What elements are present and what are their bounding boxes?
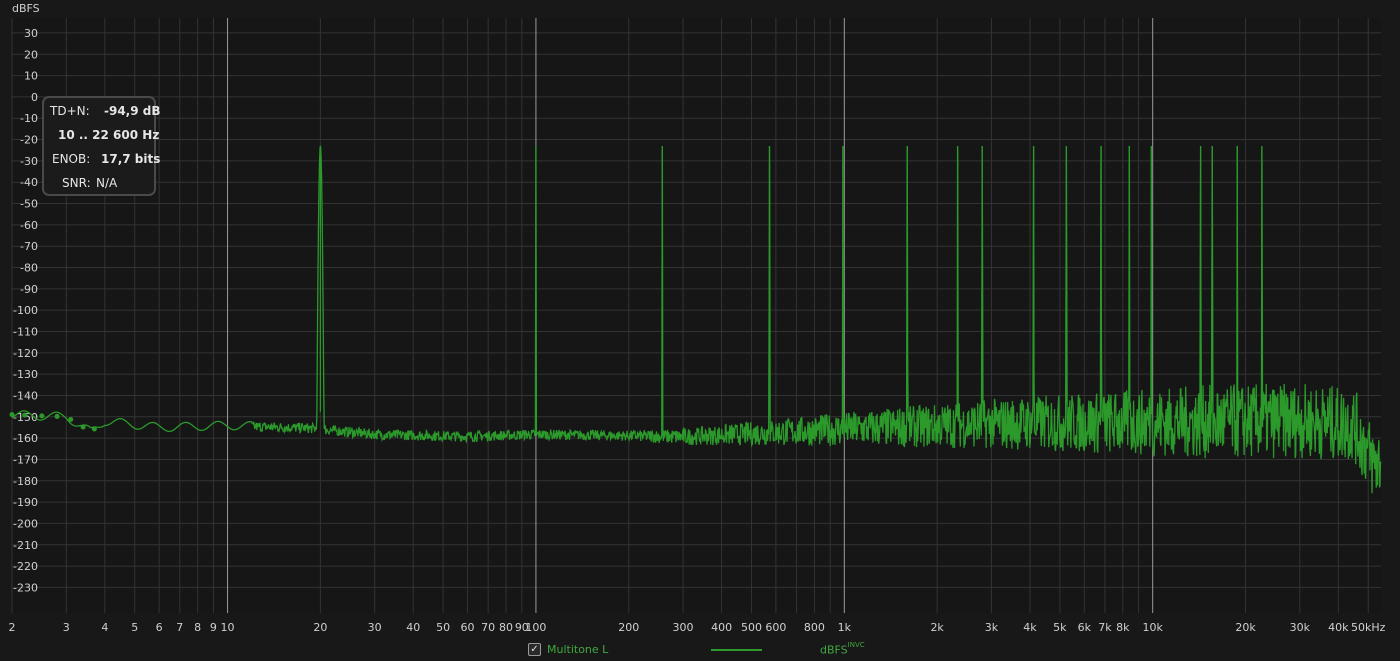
snr-value: N/A (96, 176, 118, 190)
y-axis-unit: dBFS (12, 2, 40, 15)
x-tick-label: 200 (618, 621, 639, 634)
legend: ✓ Multitone L dBFSINVC (0, 640, 1400, 660)
x-tick-label: 4 (101, 621, 108, 634)
x-tick-labels: 2 3 4 5 6 7 8 9 10 20 30 40 50 60 70 80 90100 200 300 400 50… (9, 621, 1386, 634)
x-tick-label: 40k (1328, 621, 1349, 634)
y-tick-label: -190 (13, 496, 38, 509)
y-tick-label: -50 (20, 198, 38, 211)
x-tick-label: 300 (673, 621, 694, 634)
series-point (68, 416, 74, 422)
y-tick-label: -160 (13, 432, 38, 445)
legend-line-swatch (711, 649, 762, 651)
measurement-readout: TD+N: -94,9 dB 10 .. 22 600 Hz ENOB: 17,… (42, 96, 161, 196)
y-tick-label: 10 (24, 70, 38, 83)
x-tick-label: 8k (1116, 621, 1130, 634)
legend-unit-sup: INVC (847, 641, 865, 649)
tdn-value: -94,9 dB (104, 104, 161, 118)
series-visibility-checkbox[interactable]: ✓ (528, 643, 541, 656)
y-tick-label: -220 (13, 560, 38, 573)
y-tick-label: -180 (13, 475, 38, 488)
series-point (80, 424, 86, 430)
x-tick-label: 7k (1098, 621, 1112, 634)
x-tick-label: 50kHz (1351, 621, 1386, 634)
x-tick-label: 3k (985, 621, 999, 634)
y-tick-label: -170 (13, 453, 38, 466)
y-tick-label: -130 (13, 368, 38, 381)
x-tick-label: 8 (194, 621, 201, 634)
x-tick-label: 7 (176, 621, 183, 634)
x-tick-label: 2k (930, 621, 944, 634)
x-tick-label: 4k (1023, 621, 1037, 634)
series-point (39, 413, 45, 419)
y-tick-label: -30 (20, 155, 38, 168)
enob-value: 17,7 bits (101, 152, 161, 166)
y-tick-label: 0 (31, 91, 38, 104)
enob-row: ENOB: 17,7 bits (44, 150, 160, 168)
x-tick-label: 60 (461, 621, 475, 634)
legend-unit: dBFSINVC (820, 641, 865, 657)
range-row: 10 .. 22 600 Hz (44, 126, 159, 144)
x-tick-label: 70 (481, 621, 495, 634)
x-tick-label: 500 (741, 621, 762, 634)
snr-label: SNR: (62, 176, 91, 190)
x-tick-label: 20k (1235, 621, 1256, 634)
series-point (54, 413, 60, 419)
x-tick-label: 9 (210, 621, 217, 634)
x-tick-label: 30 (368, 621, 382, 634)
tdn-row: TD+N: -94,9 dB (44, 102, 161, 120)
y-tick-label: -140 (13, 389, 38, 402)
y-tick-label: -110 (13, 325, 38, 338)
x-tick-label: 80 (499, 621, 513, 634)
x-tick-label: 2 (9, 621, 16, 634)
x-tick-label: 5 (131, 621, 138, 634)
y-tick-label: -20 (20, 134, 38, 147)
x-tick-label: 6k (1078, 621, 1092, 634)
x-tick-label: 5k (1053, 621, 1067, 634)
x-tick-label: 3 (63, 621, 70, 634)
y-tick-label: -60 (20, 219, 38, 232)
range-value: 10 .. 22 600 Hz (58, 128, 160, 142)
y-tick-label: 30 (24, 27, 38, 40)
y-tick-label: -90 (20, 283, 38, 296)
x-tick-label: 10 (221, 621, 235, 634)
tdn-label: TD+N: (50, 104, 90, 118)
x-tick-label: 6 (156, 621, 163, 634)
x-tick-label: 400 (711, 621, 732, 634)
legend-unit-text: dBFS (820, 643, 848, 657)
y-tick-label: -80 (20, 262, 38, 275)
x-tick-label: 40 (406, 621, 420, 634)
spectrum-chart: 3020100-10-20-30-40-50-60-70-80-90-100-1… (9, 2, 1386, 634)
y-tick-label: -10 (20, 112, 38, 125)
series-point (22, 412, 28, 418)
x-tick-label: 800 (804, 621, 825, 634)
y-tick-label: 20 (24, 48, 38, 61)
x-tick-label: 10k (1142, 621, 1163, 634)
x-tick-label: 100 (525, 621, 546, 634)
x-tick-label: 1k (838, 621, 852, 634)
series-point (91, 426, 97, 432)
y-tick-label: -230 (13, 581, 38, 594)
y-tick-label: -210 (13, 539, 38, 552)
y-tick-label: -120 (13, 347, 38, 360)
legend-series-name[interactable]: Multitone L (547, 643, 608, 656)
y-tick-label: -70 (20, 240, 38, 253)
y-tick-label: -100 (13, 304, 38, 317)
y-tick-label: -200 (13, 517, 38, 530)
y-tick-label: -40 (20, 176, 38, 189)
snr-row: SNR: N/A (44, 174, 154, 192)
x-tick-label: 50 (436, 621, 450, 634)
x-tick-label: 20 (313, 621, 327, 634)
x-tick-label: 30k (1290, 621, 1311, 634)
x-tick-label: 600 (765, 621, 786, 634)
series-point (9, 412, 15, 418)
enob-label: ENOB: (52, 152, 91, 166)
